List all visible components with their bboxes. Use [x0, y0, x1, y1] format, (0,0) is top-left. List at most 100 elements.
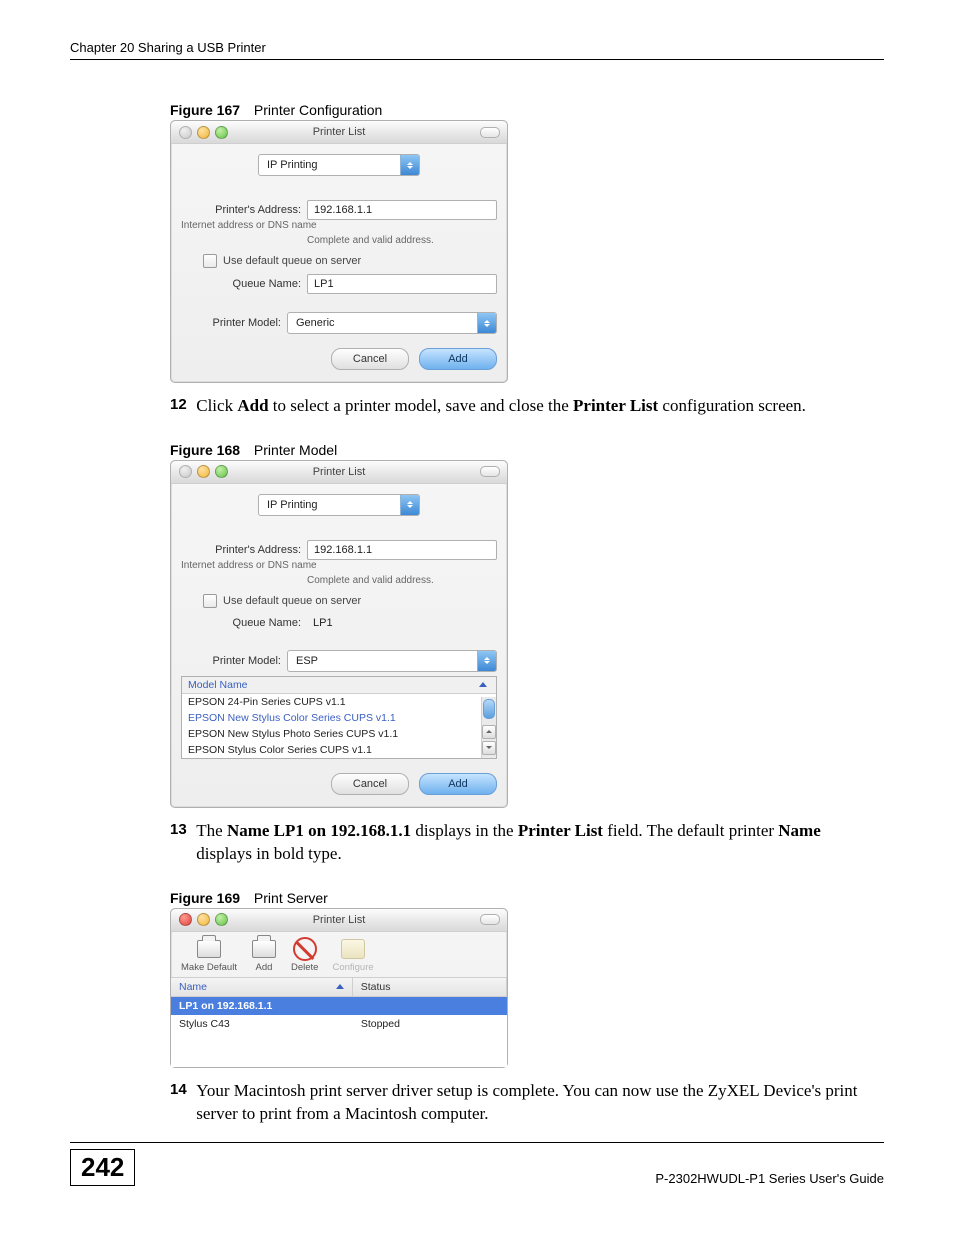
- step-13-number: 13: [170, 820, 192, 840]
- sort-up-icon: [336, 984, 344, 989]
- connection-type-value: IP Printing: [259, 159, 400, 171]
- list-item[interactable]: EPSON 24-Pin Series CUPS v1.1: [182, 694, 482, 710]
- figure-168-caption: Figure 168 Printer Model: [170, 442, 884, 458]
- name-column-header[interactable]: Name: [171, 978, 353, 996]
- make-default-label: Make Default: [181, 962, 237, 973]
- figure-167-caption: Figure 167 Printer Configuration: [170, 102, 884, 118]
- figure-169-num: Figure 169: [170, 890, 240, 906]
- model-list[interactable]: Model Name EPSON 24-Pin Series CUPS v1.1…: [181, 676, 497, 759]
- printer-name: Stylus C43: [171, 1015, 353, 1033]
- page-footer: 242 P-2302HWUDL-P1 Series User's Guide: [70, 1142, 884, 1186]
- printer-address-label: Printer's Address:: [181, 204, 307, 216]
- step-12: 12 Click Add to select a printer model, …: [170, 395, 884, 418]
- print-server-window: Printer List Make Default Add Delete Con…: [170, 908, 508, 1068]
- connection-type-select[interactable]: IP Printing: [258, 494, 420, 516]
- queue-name-label: Queue Name:: [181, 617, 307, 629]
- toolbar-toggle-icon[interactable]: [480, 466, 500, 477]
- configure-label: Configure: [332, 962, 373, 973]
- printer-model-value: ESP: [288, 655, 477, 667]
- model-name-header: Model Name: [188, 679, 248, 691]
- figure-168-title: Printer Model: [254, 442, 337, 458]
- default-queue-label: Use default queue on server: [223, 595, 361, 607]
- queue-name-input[interactable]: LP1: [307, 274, 497, 294]
- printer-model-select[interactable]: ESP: [287, 650, 497, 672]
- default-queue-label: Use default queue on server: [223, 255, 361, 267]
- toolbar-toggle-icon[interactable]: [480, 127, 500, 138]
- titlebar[interactable]: Printer List: [171, 121, 507, 144]
- printer-status: Stopped: [353, 1015, 507, 1033]
- configure-button: Configure: [332, 938, 373, 973]
- delete-printer-button[interactable]: Delete: [291, 938, 318, 973]
- updown-arrows-icon: [400, 495, 419, 515]
- minimize-icon[interactable]: [197, 913, 210, 926]
- guide-title: P-2302HWUDL-P1 Series User's Guide: [655, 1171, 884, 1186]
- printer-icon: [252, 940, 276, 958]
- figure-169-caption: Figure 169 Print Server: [170, 890, 884, 906]
- figure-169-title: Print Server: [254, 890, 328, 906]
- queue-name-label: Queue Name:: [181, 278, 307, 290]
- model-list-header[interactable]: Model Name: [182, 677, 496, 694]
- table-row[interactable]: Stylus C43 Stopped: [171, 1015, 507, 1033]
- minimize-icon[interactable]: [197, 126, 210, 139]
- toolbar-toggle-icon[interactable]: [480, 914, 500, 925]
- printer-config-window: Printer List IP Printing Printer's Addre…: [170, 120, 508, 383]
- connection-type-select[interactable]: IP Printing: [258, 154, 420, 176]
- default-queue-checkbox[interactable]: [203, 594, 217, 608]
- printer-model-select[interactable]: Generic: [287, 312, 497, 334]
- close-icon[interactable]: [179, 913, 192, 926]
- address-hint: Internet address or DNS name: [181, 220, 497, 231]
- scroll-thumb[interactable]: [483, 699, 495, 719]
- add-button[interactable]: Add: [419, 773, 497, 795]
- updown-arrows-icon: [477, 651, 496, 671]
- zoom-icon[interactable]: [215, 465, 228, 478]
- close-icon[interactable]: [179, 126, 192, 139]
- printer-address-input[interactable]: 192.168.1.1: [307, 200, 497, 220]
- printer-model-label: Printer Model:: [181, 317, 287, 329]
- scroll-up-icon[interactable]: [482, 725, 496, 739]
- status-column-header[interactable]: Status: [353, 978, 507, 996]
- titlebar[interactable]: Printer List: [171, 461, 507, 484]
- step-12-number: 12: [170, 395, 192, 415]
- zoom-icon[interactable]: [215, 913, 228, 926]
- step-14: 14 Your Macintosh print server driver se…: [170, 1080, 884, 1126]
- toolbar: Make Default Add Delete Configure: [171, 932, 507, 977]
- list-item[interactable]: EPSON New Stylus Color Series CUPS v1.1: [182, 710, 482, 726]
- figure-167-title: Printer Configuration: [254, 102, 382, 118]
- add-label: Add: [256, 962, 273, 973]
- printer-model-value: Generic: [288, 317, 477, 329]
- list-header[interactable]: Name Status: [171, 977, 507, 997]
- step-14-number: 14: [170, 1080, 192, 1100]
- titlebar[interactable]: Printer List: [171, 909, 507, 932]
- no-entry-icon: [293, 937, 317, 961]
- zoom-icon[interactable]: [215, 126, 228, 139]
- updown-arrows-icon: [477, 313, 496, 333]
- table-row[interactable]: LP1 on 192.168.1.1: [171, 997, 507, 1015]
- connection-type-value: IP Printing: [259, 499, 400, 511]
- step-13: 13 The Name LP1 on 192.168.1.1 displays …: [170, 820, 884, 866]
- printer-address-label: Printer's Address:: [181, 544, 307, 556]
- address-valid-text: Complete and valid address.: [307, 575, 497, 586]
- printer-status: [353, 997, 507, 1015]
- list-item[interactable]: EPSON Stylus Color Series CUPS v1.1: [182, 742, 482, 758]
- printer-address-input[interactable]: 192.168.1.1: [307, 540, 497, 560]
- cancel-button[interactable]: Cancel: [331, 773, 409, 795]
- updown-arrows-icon: [400, 155, 419, 175]
- sort-up-icon: [479, 682, 487, 687]
- figure-168-num: Figure 168: [170, 442, 240, 458]
- printer-name: LP1 on 192.168.1.1: [171, 997, 353, 1015]
- close-icon[interactable]: [179, 465, 192, 478]
- minimize-icon[interactable]: [197, 465, 210, 478]
- info-card-icon: [341, 939, 365, 959]
- cancel-button[interactable]: Cancel: [331, 348, 409, 370]
- delete-label: Delete: [291, 962, 318, 973]
- make-default-button[interactable]: Make Default: [181, 938, 237, 973]
- printer-model-window: Printer List IP Printing Printer's Addre…: [170, 460, 508, 808]
- default-queue-checkbox[interactable]: [203, 254, 217, 268]
- list-item[interactable]: EPSON New Stylus Photo Series CUPS v1.1: [182, 726, 482, 742]
- scroll-down-icon[interactable]: [482, 741, 496, 755]
- add-button[interactable]: Add: [419, 348, 497, 370]
- address-hint: Internet address or DNS name: [181, 560, 497, 571]
- page-number: 242: [70, 1149, 135, 1186]
- scrollbar[interactable]: [481, 697, 496, 758]
- add-printer-button[interactable]: Add: [251, 938, 277, 973]
